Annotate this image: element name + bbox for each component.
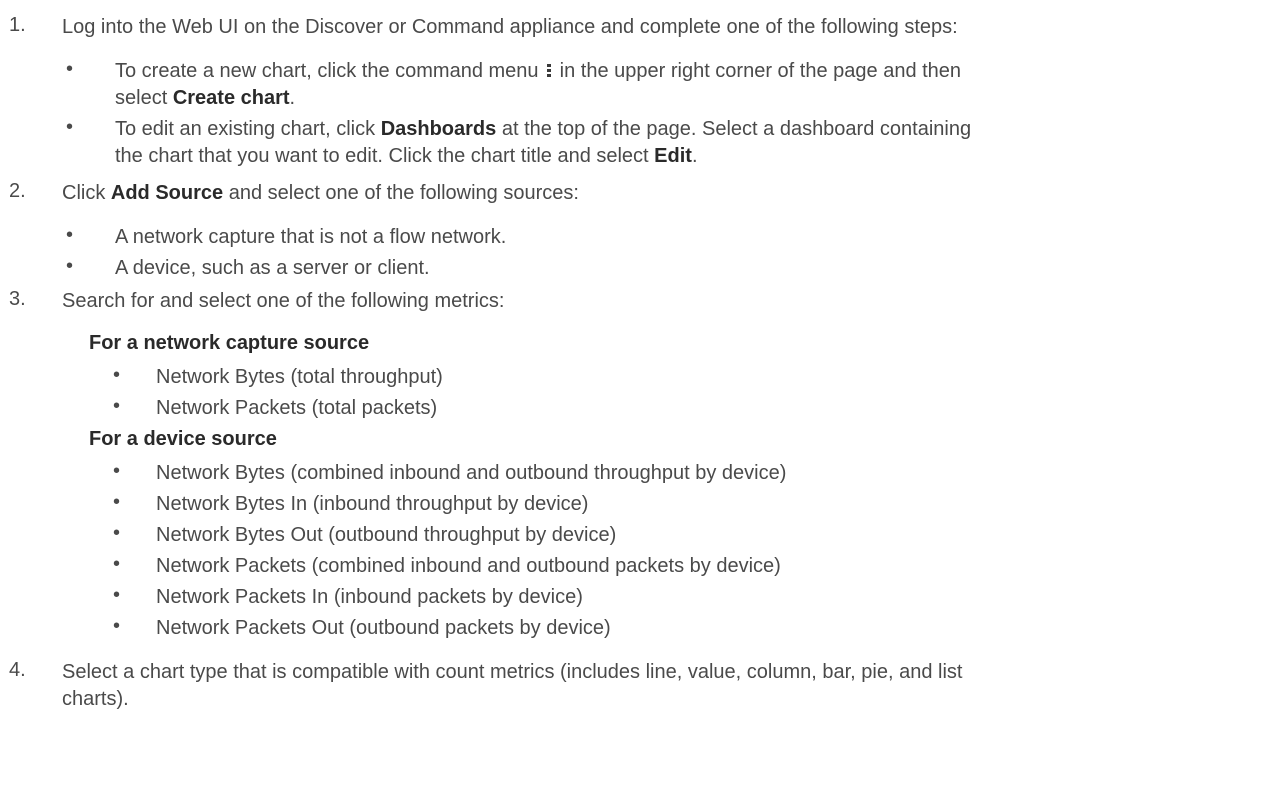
add-source-label: Add Source (110, 182, 224, 204)
step-text: Click Add Source and select one of the f… (62, 182, 579, 204)
step-text-line2: charts). (62, 688, 129, 710)
bullet-text: A network capture that is not a flow net… (115, 226, 507, 248)
create-chart-label: Create chart (172, 87, 290, 109)
bullet-icon: • (113, 553, 121, 575)
bullet-text: Network Bytes (combined inbound and outb… (156, 462, 787, 484)
bullet-icon: • (113, 395, 121, 417)
bullet-icon: • (113, 460, 121, 482)
bullet-text: To create a new chart, click the command… (115, 60, 962, 82)
bullet-icon: • (66, 255, 74, 277)
bullet-text: A device, such as a server or client. (115, 257, 430, 279)
bullet-icon: • (66, 116, 74, 138)
bullet-icon: • (113, 364, 121, 386)
section-heading: For a network capture source (89, 332, 370, 354)
bullet-icon: • (66, 58, 74, 80)
bullet-text: Network Packets Out (outbound packets by… (156, 617, 611, 639)
step-number: 2. (9, 180, 26, 202)
bullet-text: Network Bytes Out (outbound throughput b… (156, 524, 617, 546)
section-heading: For a device source (89, 428, 277, 450)
bullet-text: Network Bytes (total throughput) (156, 366, 443, 388)
bullet-icon: • (113, 615, 121, 637)
bullet-icon: • (113, 491, 121, 513)
step-text: Select a chart type that is compatible w… (62, 661, 963, 683)
bullet-text-line2: select Create chart. (115, 87, 296, 109)
step-number: 3. (9, 288, 26, 310)
step-text: Search for and select one of the followi… (62, 290, 505, 312)
bullet-text: Network Packets (combined inbound and ou… (156, 555, 781, 577)
bullet-icon: • (113, 584, 121, 606)
step-number: 1. (9, 14, 26, 36)
bullet-icon: • (113, 522, 121, 544)
bullet-text: Network Packets In (inbound packets by d… (156, 586, 583, 608)
bullet-text: To edit an existing chart, click Dashboa… (115, 118, 972, 140)
step-number: 4. (9, 659, 26, 681)
bullet-icon: • (66, 224, 74, 246)
command-menu-icon (547, 64, 552, 78)
edit-label: Edit (654, 145, 692, 167)
bullet-text: Network Packets (total packets) (156, 397, 438, 419)
bullet-text: Network Bytes In (inbound throughput by … (156, 493, 589, 515)
bullet-text-line2: the chart that you want to edit. Click t… (115, 145, 698, 167)
dashboards-label: Dashboards (380, 118, 497, 140)
step-text: Log into the Web UI on the Discover or C… (62, 16, 958, 38)
